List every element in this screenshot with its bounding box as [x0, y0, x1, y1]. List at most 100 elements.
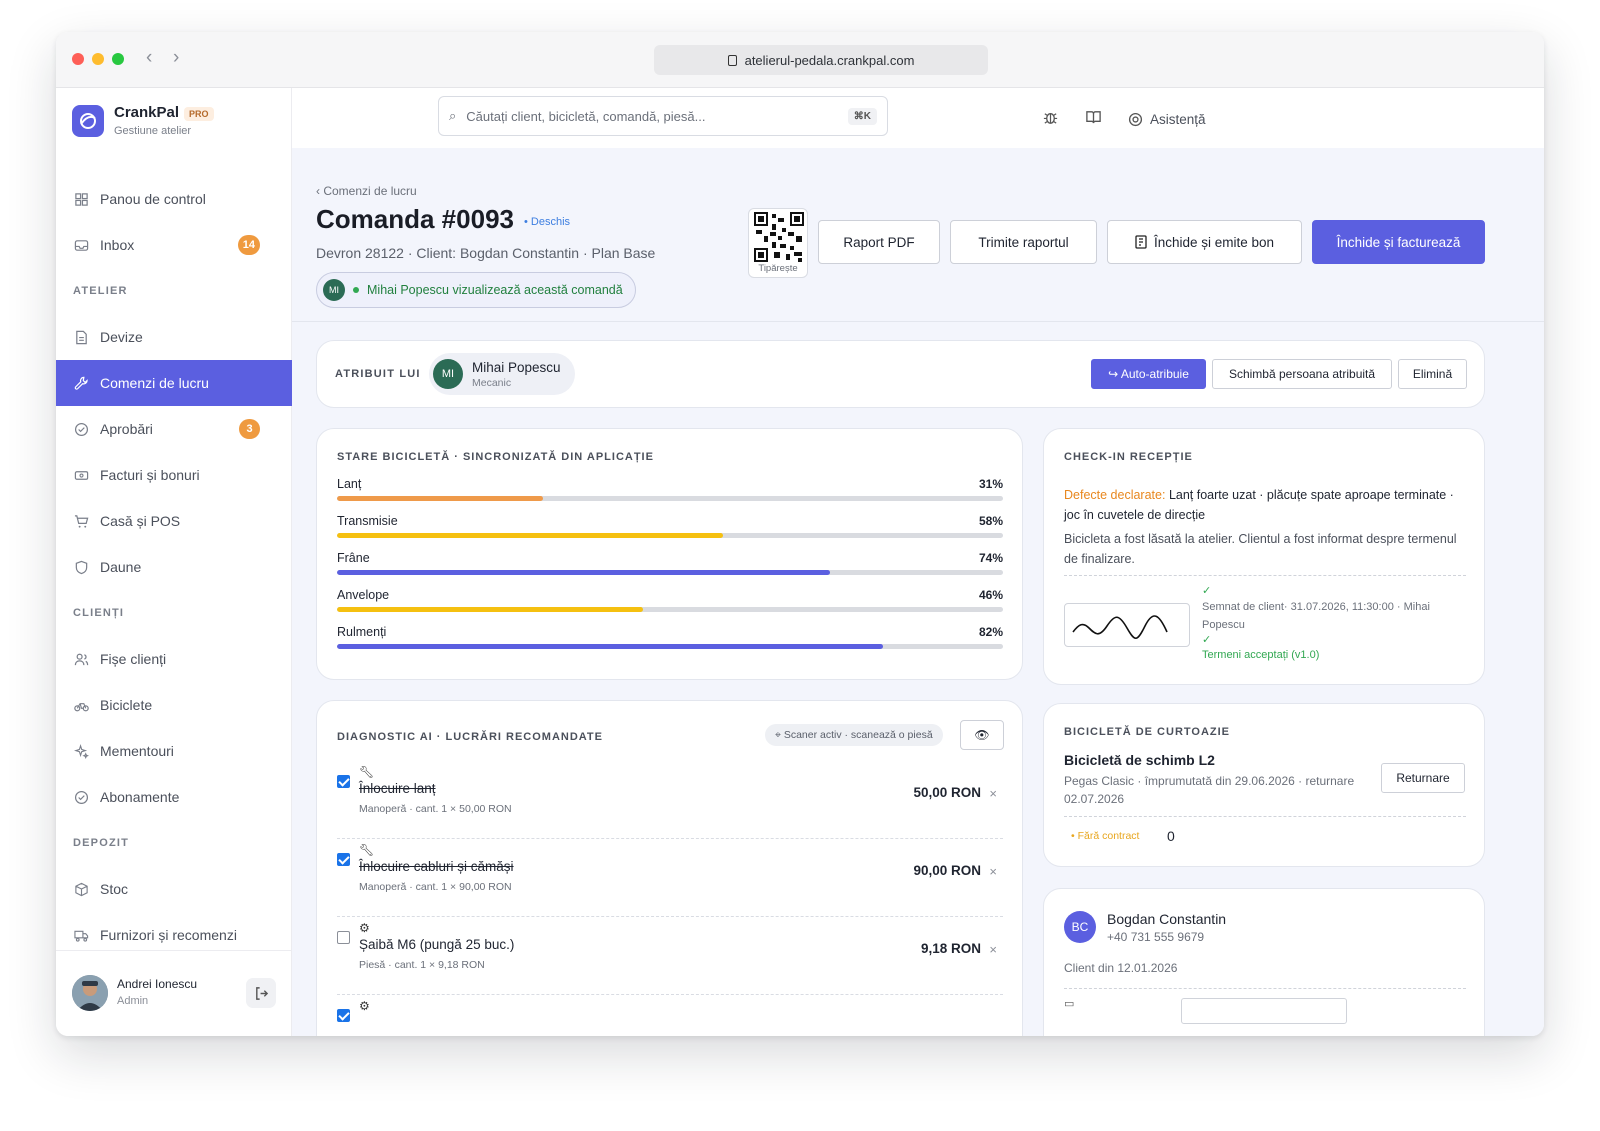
- remove-item-icon[interactable]: ×: [989, 786, 997, 801]
- component-label: Rulmenți: [337, 625, 387, 639]
- sidebar-item-5[interactable]: Aprobări 3: [56, 406, 292, 452]
- sidebar-item-label: Daune: [100, 559, 142, 575]
- sidebar-item-0[interactable]: Panou de control: [56, 176, 292, 222]
- scanner-status: ⌖ Scaner activ · scanează o piesă: [765, 724, 943, 746]
- sidebar-item-15[interactable]: Stoc: [56, 866, 292, 912]
- bug-icon[interactable]: [1042, 109, 1059, 129]
- qr-label: Tipărește: [758, 263, 798, 274]
- breadcrumb[interactable]: ‹ Comenzi de lucru: [316, 184, 417, 198]
- remove-assignee-button[interactable]: Elimină: [1398, 359, 1467, 389]
- auto-assign-button[interactable]: ↪ Auto-atribuie: [1091, 359, 1206, 389]
- item-name: Șaibă M6 (pungă 25 buc.): [359, 937, 515, 952]
- sidebar-item-label: Panou de control: [100, 191, 206, 207]
- contract-status: • Fără contract: [1071, 830, 1140, 842]
- sidebar-item-3[interactable]: Devize: [56, 314, 292, 360]
- pdf-report-button[interactable]: Raport PDF: [818, 220, 940, 264]
- item-checkbox[interactable]: [337, 853, 350, 866]
- forward-arrow-icon[interactable]: ›: [173, 47, 179, 69]
- sidebar-item-label: Biciclete: [100, 697, 153, 713]
- sidebar-item-10[interactable]: Fișe clienți: [56, 636, 292, 682]
- remove-item-icon[interactable]: ×: [989, 942, 997, 957]
- logout-icon: [255, 986, 268, 1000]
- wear-bar-track: [337, 533, 1003, 538]
- item-checkbox[interactable]: [337, 931, 350, 944]
- signed-check-icon: ✓: [1202, 585, 1212, 597]
- grid-icon: [73, 191, 89, 207]
- gear-icon: ⚙: [359, 921, 370, 935]
- minimize-window-button[interactable]: [92, 53, 104, 65]
- assignee[interactable]: MI Mihai Popescu Mecanic: [429, 353, 575, 395]
- wear-bar-track: [337, 607, 1003, 612]
- customer-card: BC Bogdan Constantin +40 731 555 9679 Cl…: [1043, 888, 1485, 1036]
- sidebar-item-7[interactable]: Casă și POS: [56, 498, 292, 544]
- change-assignee-button[interactable]: Schimbă persoana atribuită: [1212, 359, 1392, 389]
- sidebar-item-6[interactable]: Facturi și bonuri: [56, 452, 292, 498]
- viewer-presence: MI Mihai Popescu vizualizează această co…: [316, 272, 636, 308]
- brand[interactable]: CrankPal PRO Gestiune atelier: [72, 104, 214, 137]
- search-shortcut: ⌘K: [847, 107, 877, 125]
- component-row: Rulmenți 82%: [337, 625, 1003, 649]
- assignee-name: Mihai Popescu: [472, 359, 561, 375]
- close-window-button[interactable]: [72, 53, 84, 65]
- order-header: ‹ Comenzi de lucru Comanda #0093 • Desch…: [292, 148, 1544, 322]
- qr-code-icon: [754, 212, 804, 262]
- user-name: Andrei Ionescu: [117, 977, 198, 991]
- component-row: Anvelope 46%: [337, 588, 1003, 612]
- item-checkbox[interactable]: [337, 1009, 350, 1022]
- send-report-button[interactable]: Trimite raportul: [950, 220, 1097, 264]
- search-input[interactable]: ⌕ Căutați client, bicicletă, comandă, pi…: [438, 96, 888, 136]
- back-arrow-icon[interactable]: ‹: [146, 47, 152, 69]
- item-price: 50,00 RON: [913, 785, 981, 800]
- maximize-window-button[interactable]: [112, 53, 124, 65]
- search-placeholder: Căutați client, bicicletă, comandă, pies…: [466, 108, 706, 124]
- close-invoice-button[interactable]: Închide și facturează: [1312, 220, 1485, 264]
- remove-item-icon[interactable]: ×: [989, 864, 997, 879]
- topbar: ⌕ Căutați client, bicicletă, comandă, pi…: [292, 88, 1544, 148]
- sidebar-nav: Panou de control Inbox 14 ATELIER Devize Come…: [56, 176, 292, 958]
- pro-badge: PRO: [184, 107, 214, 121]
- browser-titlebar: ‹ › atelierul-pedala.crankpal.com: [56, 32, 1544, 88]
- sidebar-item-13[interactable]: Abonamente: [56, 774, 292, 820]
- component-percent: 46%: [978, 588, 1003, 602]
- courtesy-title: BICICLETĂ DE CURTOAZIE: [1064, 726, 1231, 738]
- cart-icon: [73, 513, 89, 529]
- component-label: Anvelope: [337, 588, 390, 602]
- item-checkbox[interactable]: [337, 775, 350, 788]
- logout-button[interactable]: [246, 978, 276, 1008]
- wear-bar-fill: [337, 496, 544, 501]
- inbox-icon: [73, 237, 89, 253]
- component-percent: 31%: [978, 477, 1003, 491]
- assignment-card: ATRIBUIT LUI MI Mihai Popescu Mecanic ↪ …: [316, 340, 1485, 408]
- book-icon[interactable]: [1085, 109, 1102, 129]
- address-bar[interactable]: atelierul-pedala.crankpal.com: [654, 45, 988, 75]
- browser-window: ‹ › atelierul-pedala.crankpal.com CrankP…: [56, 32, 1544, 1036]
- toggle-visibility-button[interactable]: 👁: [960, 720, 1004, 750]
- sidebar-item-12[interactable]: Mementouri: [56, 728, 292, 774]
- item-meta: Manoperă · cant. 1 × 90,00 RON: [359, 881, 512, 893]
- url-text: atelierul-pedala.crankpal.com: [744, 52, 915, 68]
- customer-phone[interactable]: +40 731 555 9679: [1107, 930, 1204, 944]
- close-receipt-label: Închide și emite bon: [1153, 234, 1275, 250]
- page-icon: [727, 54, 737, 66]
- return-button[interactable]: Returnare: [1381, 763, 1465, 793]
- sidebar-item-4[interactable]: Comenzi de lucru: [56, 360, 292, 406]
- wear-bar-fill: [337, 644, 884, 649]
- count-badge: 14: [237, 235, 260, 255]
- sidebar-item-8[interactable]: Daune: [56, 544, 292, 590]
- sparkle-icon: [73, 743, 89, 759]
- assignee-avatar: MI: [433, 359, 463, 389]
- wrench-icon: 🔧︎: [359, 843, 375, 857]
- date-field[interactable]: [1181, 998, 1347, 1024]
- check-circle-icon: [73, 789, 89, 805]
- customer-name[interactable]: Bogdan Constantin: [1107, 911, 1226, 927]
- sidebar-item-1[interactable]: Inbox 14: [56, 222, 292, 268]
- sidebar-item-label: Stoc: [100, 881, 129, 897]
- close-receipt-button[interactable]: Închide și emite bon: [1107, 220, 1302, 264]
- document-icon: [73, 329, 89, 345]
- component-row: Transmisie 58%: [337, 514, 1003, 538]
- avatar[interactable]: [72, 975, 108, 1011]
- qr-print-button[interactable]: Tipărește: [748, 208, 808, 278]
- sidebar-item-11[interactable]: Biciclete: [56, 682, 292, 728]
- help-button[interactable]: Asistență: [1128, 112, 1206, 127]
- diagnostic-item: 🔧︎ Înlocuire lanț Manoperă · cant. 1 × 50,…: [337, 761, 1003, 839]
